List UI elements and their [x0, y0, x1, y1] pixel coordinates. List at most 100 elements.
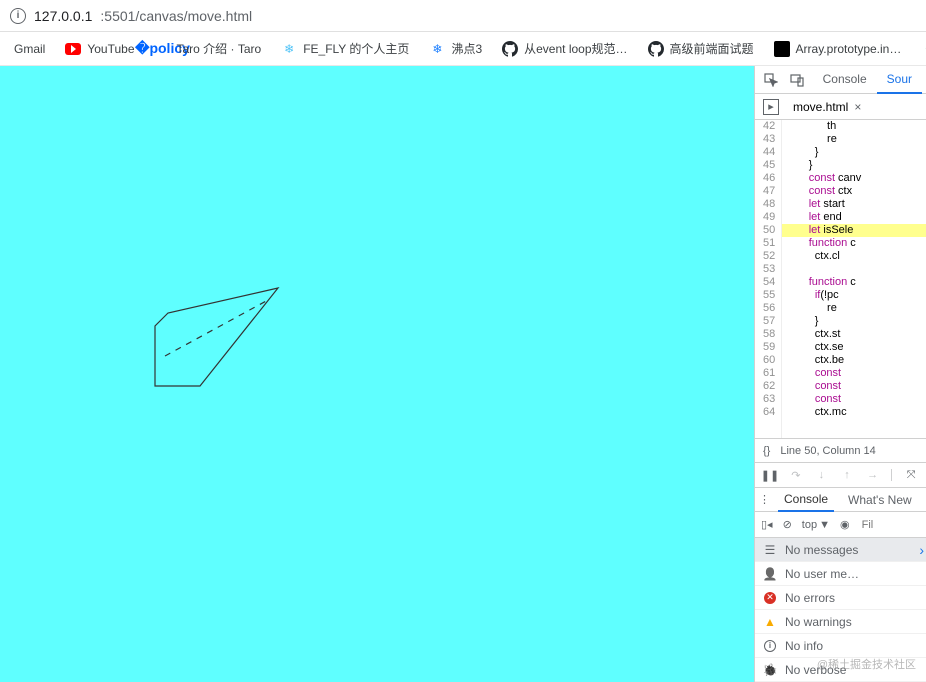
- code-line[interactable]: ctx.be: [782, 354, 926, 367]
- message-filter-no-warnings[interactable]: ▲ No warnings: [755, 610, 926, 634]
- drawer-menu-icon[interactable]: ⋮: [759, 493, 770, 506]
- url-host[interactable]: 127.0.0.1: [34, 8, 92, 24]
- code-line[interactable]: const: [782, 380, 926, 393]
- bookmark-label: 高级前端面试题: [670, 40, 754, 57]
- code-line[interactable]: const: [782, 367, 926, 380]
- tab-console[interactable]: Console: [813, 66, 877, 94]
- bookmark-wechat[interactable]: ●: [913, 37, 926, 61]
- mdn-icon: [774, 41, 790, 57]
- info-icon: i: [763, 639, 777, 653]
- sidebar-toggle-icon[interactable]: ▯◂: [761, 518, 773, 531]
- bug-icon: 🐞: [763, 663, 777, 677]
- step-out-icon[interactable]: ↑: [838, 466, 856, 484]
- canvas-area[interactable]: [0, 66, 754, 682]
- message-filter-no-info[interactable]: i No info: [755, 634, 926, 658]
- message-text: No warnings: [785, 615, 852, 629]
- code-line[interactable]: const ctx: [782, 185, 926, 198]
- deactivate-breakpoints-icon[interactable]: ⤧: [902, 466, 920, 484]
- live-expression-icon[interactable]: ◉: [840, 518, 850, 531]
- step-over-icon[interactable]: ↷: [787, 466, 805, 484]
- youtube-icon: [65, 41, 81, 57]
- code-line[interactable]: re: [782, 302, 926, 315]
- cursor-status-bar: {} Line 50, Column 14: [755, 438, 926, 462]
- canvas-drawing: [0, 66, 400, 466]
- bookmark-label: 从event loop规范…: [524, 40, 627, 57]
- bookmark-youtube[interactable]: YouTube: [57, 37, 142, 61]
- url-path[interactable]: :5501/canvas/move.html: [100, 8, 252, 24]
- message-filter-no-user[interactable]: 👤 No user me…: [755, 562, 926, 586]
- code-line[interactable]: re: [782, 133, 926, 146]
- inspect-element-icon[interactable]: [759, 69, 783, 91]
- taro-icon: �policy: [155, 41, 171, 57]
- code-line[interactable]: const canv: [782, 172, 926, 185]
- braces-icon[interactable]: {}: [763, 445, 770, 457]
- message-filter-no-messages[interactable]: ☰ No messages: [755, 538, 926, 562]
- bookmark-label: Array.prototype.in…: [796, 42, 902, 56]
- bookmark-juejin[interactable]: ❄ 沸点3: [421, 36, 490, 61]
- bookmark-fefly[interactable]: ❄ FE_FLY 的个人主页: [273, 36, 417, 61]
- main-area: Console Sour ▸ move.html × 4243444546474…: [0, 66, 926, 682]
- code-content[interactable]: th re } } const canv const ctx let start…: [782, 120, 926, 438]
- code-line[interactable]: }: [782, 159, 926, 172]
- code-line[interactable]: ctx.mc: [782, 406, 926, 419]
- code-line[interactable]: if(!pc: [782, 289, 926, 302]
- bookmark-gmail[interactable]: Gmail: [6, 38, 53, 60]
- bookmark-array[interactable]: Array.prototype.in…: [766, 37, 910, 61]
- step-into-icon[interactable]: ↓: [813, 466, 831, 484]
- line-gutter: 4243444546474849505152535455565758596061…: [755, 120, 782, 438]
- context-selector[interactable]: top▼: [802, 519, 830, 531]
- close-icon[interactable]: ×: [854, 100, 861, 114]
- bookmark-label: Taro 介绍 · Taro: [177, 40, 262, 57]
- code-line[interactable]: let end: [782, 211, 926, 224]
- fly-icon: ❄: [281, 41, 297, 57]
- error-icon: ✕: [763, 591, 777, 605]
- navigator-icon[interactable]: ▸: [759, 96, 783, 118]
- chevron-right-icon[interactable]: ›: [919, 542, 924, 558]
- bookmark-label: YouTube: [87, 42, 134, 56]
- step-icon[interactable]: →: [864, 466, 882, 484]
- code-line[interactable]: let start: [782, 198, 926, 211]
- code-line[interactable]: [782, 263, 926, 276]
- code-line[interactable]: let isSele: [782, 224, 926, 237]
- code-line[interactable]: ctx.st: [782, 328, 926, 341]
- code-line[interactable]: function c: [782, 237, 926, 250]
- code-line[interactable]: ctx.se: [782, 341, 926, 354]
- message-text: No user me…: [785, 567, 859, 581]
- list-icon: ☰: [763, 543, 777, 557]
- address-bar: i 127.0.0.1 :5501/canvas/move.html: [0, 0, 926, 32]
- debugger-toolbar: ❚❚ ↷ ↓ ↑ → ⤧: [755, 462, 926, 488]
- user-icon: 👤: [763, 567, 777, 581]
- bookmark-taro[interactable]: �policy Taro 介绍 · Taro: [147, 36, 270, 61]
- file-name: move.html: [793, 100, 848, 114]
- code-line[interactable]: }: [782, 146, 926, 159]
- watermark: @稀土掘金技术社区: [817, 656, 916, 672]
- bookmark-label: FE_FLY 的个人主页: [303, 40, 409, 57]
- juejin-icon: ❄: [429, 41, 445, 57]
- site-info-icon[interactable]: i: [10, 8, 26, 24]
- code-line[interactable]: function c: [782, 276, 926, 289]
- message-text: No errors: [785, 591, 835, 605]
- code-line[interactable]: th: [782, 120, 926, 133]
- code-editor[interactable]: 4243444546474849505152535455565758596061…: [755, 120, 926, 438]
- code-line[interactable]: }: [782, 315, 926, 328]
- devtools-toolbar: Console Sour: [755, 66, 926, 94]
- message-filter-no-errors[interactable]: ✕ No errors: [755, 586, 926, 610]
- file-tab-move[interactable]: move.html ×: [787, 97, 867, 117]
- pause-icon[interactable]: ❚❚: [761, 466, 779, 484]
- message-text: No info: [785, 639, 823, 653]
- bookmark-interview[interactable]: 高级前端面试题: [640, 36, 762, 61]
- message-text: No messages: [785, 543, 858, 557]
- warning-icon: ▲: [763, 615, 777, 629]
- code-line[interactable]: ctx.cl: [782, 250, 926, 263]
- filter-input[interactable]: [860, 517, 926, 533]
- drawer-tab-whatsnew[interactable]: What's New: [842, 489, 918, 511]
- bookmark-eventloop[interactable]: 从event loop规范…: [494, 36, 635, 61]
- devtools-panel: Console Sour ▸ move.html × 4243444546474…: [754, 66, 926, 682]
- code-line[interactable]: const: [782, 393, 926, 406]
- device-toggle-icon[interactable]: [785, 69, 809, 91]
- clear-console-icon[interactable]: ⊘: [783, 518, 792, 531]
- drawer-tab-console[interactable]: Console: [778, 488, 834, 512]
- tab-sources[interactable]: Sour: [877, 66, 922, 94]
- wechat-icon: ●: [921, 41, 926, 57]
- github-icon: [648, 41, 664, 57]
